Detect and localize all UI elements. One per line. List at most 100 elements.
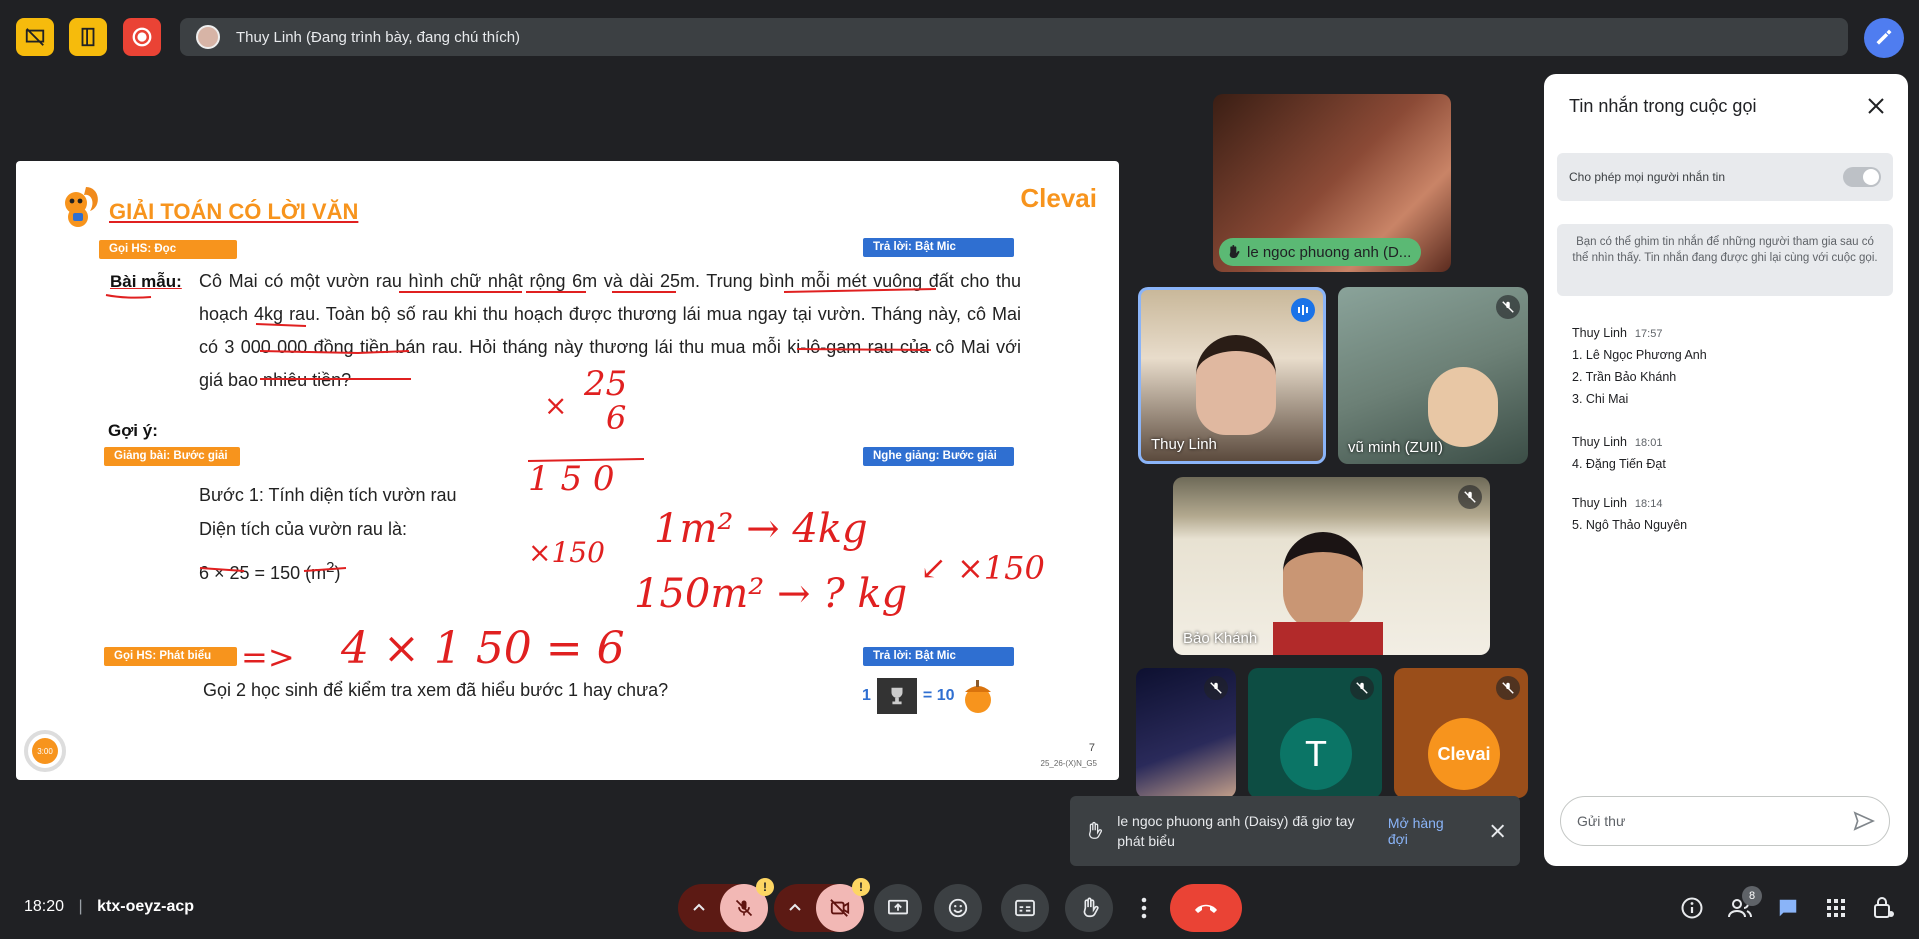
record-icon <box>132 27 152 47</box>
mic-off-icon <box>735 899 753 917</box>
host-controls-button[interactable] <box>1866 890 1902 926</box>
meeting-code: ktx-oeyz-acp <box>97 898 195 915</box>
hand-raise-icon <box>1083 897 1099 918</box>
hw-1m2: 1m² → 4kg <box>654 506 868 552</box>
mic-off-icon <box>1496 676 1520 700</box>
participant-face <box>1196 335 1276 435</box>
annotate-button[interactable] <box>1864 18 1904 58</box>
speaking-indicator-icon <box>1291 298 1315 322</box>
allow-messaging-toggle[interactable] <box>1843 167 1881 187</box>
mic-control[interactable]: ! <box>678 878 774 932</box>
top-bar: Thuy Linh (Đang trình bày, đang chú thíc… <box>0 0 1919 76</box>
meeting-info: 18:20 | ktx-oeyz-acp <box>24 898 194 916</box>
presentation-slide: GIẢI TOÁN CÓ LỜI VĂN Clevai Gọi HS: Đọc … <box>16 161 1119 780</box>
hand-raise-notification: le ngoc phuong anh (Daisy) đã giơ tay ph… <box>1070 796 1520 866</box>
current-time: 18:20 <box>24 898 65 915</box>
participant-name: Thuy Linh <box>1151 436 1217 453</box>
participant-tile-vu-minh[interactable]: vũ minh (ZUII) <box>1338 287 1528 464</box>
chat-input[interactable]: Gửi thư <box>1560 796 1890 846</box>
presenter-label: Thuy Linh (Đang trình bày, đang chú thíc… <box>236 28 521 46</box>
participant-logo: Clevai <box>1428 718 1500 790</box>
message-line: 3. Chi Mai <box>1572 392 1629 406</box>
participant-tile-thuy-linh[interactable]: Thuy Linh <box>1138 287 1326 464</box>
hw-6: 6 <box>606 399 627 437</box>
presenter-banner: Thuy Linh (Đang trình bày, đang chú thíc… <box>180 18 1848 56</box>
message-line: 5. Ngô Thảo Nguyên <box>1572 518 1688 532</box>
mic-toggle-button[interactable]: ! <box>720 878 774 932</box>
companion-mode-button[interactable] <box>69 18 107 56</box>
reactions-button[interactable] <box>934 884 982 932</box>
message-time: 18:01 <box>1634 437 1663 449</box>
participant-tile-t[interactable]: T <box>1248 668 1382 798</box>
apps-grid-icon <box>1827 899 1845 917</box>
message-line: 4. Đặng Tiến Đạt <box>1572 457 1666 471</box>
hw-x150-left: ×150 <box>528 536 605 569</box>
close-icon[interactable] <box>1864 94 1888 118</box>
chat-icon <box>1779 899 1797 917</box>
meeting-details-button[interactable] <box>1674 890 1710 926</box>
participant-tile-bao-khanh[interactable]: Bảo Khánh <box>1173 477 1490 655</box>
message-sender: Thuy Linh <box>1572 496 1627 510</box>
more-vert-icon <box>1141 897 1147 919</box>
captions-button[interactable] <box>1001 884 1049 932</box>
people-button[interactable]: 8 <box>1722 886 1762 926</box>
activities-button[interactable] <box>1818 890 1854 926</box>
raise-hand-button[interactable] <box>1065 884 1113 932</box>
chat-info: Bạn có thể ghim tin nhắn để những người … <box>1557 224 1893 296</box>
captions-icon <box>1015 899 1035 917</box>
participant-tile-clevai[interactable]: Clevai <box>1394 668 1528 798</box>
hw-150m2: 150m² → ? kg <box>634 571 908 617</box>
hw-150: 1 5 0 <box>528 459 615 499</box>
door-icon <box>81 27 95 47</box>
message-time: 17:57 <box>1634 328 1663 340</box>
screen-off-icon <box>25 28 45 46</box>
message-sender: Thuy Linh <box>1572 435 1627 449</box>
recording-button[interactable] <box>123 18 161 56</box>
participant-name: le ngoc phuong anh (D... <box>1247 243 1412 261</box>
bottom-bar: 18:20 | ktx-oeyz-acp ! ! 8 <box>0 874 1919 939</box>
participant-tile-phuong-anh[interactable]: le ngoc phuong anh (D... <box>1213 94 1451 272</box>
message-line: 1. Lê Ngọc Phương Anh <box>1572 348 1707 362</box>
present-screen-icon <box>888 899 908 915</box>
participant-shirt <box>1273 622 1383 655</box>
chat-input-placeholder: Gửi thư <box>1577 813 1626 829</box>
hand-raise-icon <box>1229 245 1240 258</box>
pen-icon <box>1876 29 1892 45</box>
hw-4x150: 4 × 1 50 = 6 <box>341 623 625 674</box>
message-line: 2. Trần Bảo Khánh <box>1572 370 1677 384</box>
camera-off-icon <box>830 899 850 917</box>
info-icon <box>1681 897 1703 919</box>
warning-badge: ! <box>756 878 774 896</box>
more-options-button[interactable] <box>1124 884 1164 932</box>
hand-raise-icon <box>1088 821 1102 839</box>
divider: | <box>78 898 83 915</box>
hide-presentation-button[interactable] <box>16 18 54 56</box>
allow-messaging-row: Cho phép mọi người nhắn tin <box>1557 153 1893 201</box>
message-time: 18:14 <box>1634 498 1663 510</box>
emoji-icon <box>948 898 968 918</box>
send-icon[interactable] <box>1853 811 1875 831</box>
participant-name: Bảo Khánh <box>1183 630 1258 647</box>
mic-off-icon <box>1496 295 1520 319</box>
chat-message: Thuy Linh 18:14 5. Ngô Thảo Nguyên <box>1572 496 1687 532</box>
camera-control[interactable]: ! <box>774 878 870 932</box>
hw-x150-right: ↙ ×150 <box>920 549 1045 587</box>
chevron-up-icon[interactable] <box>788 901 802 915</box>
close-icon[interactable] <box>1489 822 1506 840</box>
camera-toggle-button[interactable]: ! <box>816 878 870 932</box>
hang-up-icon <box>1195 904 1217 913</box>
mic-off-icon <box>1204 676 1228 700</box>
participant-tile-5[interactable] <box>1136 668 1236 798</box>
hand-raised-chip: le ngoc phuong anh (D... <box>1219 238 1422 266</box>
open-queue-link[interactable]: Mở hàng đợi <box>1388 815 1465 847</box>
chevron-up-icon[interactable] <box>692 901 706 915</box>
lock-person-icon <box>1874 897 1894 918</box>
leave-call-button[interactable] <box>1170 884 1242 932</box>
present-button[interactable] <box>874 884 922 932</box>
hw-times: × <box>544 389 568 422</box>
message-sender: Thuy Linh <box>1572 326 1627 340</box>
notification-text: le ngoc phuong anh (Daisy) đã giơ tay ph… <box>1117 813 1355 849</box>
hw-arrow: => <box>241 638 295 676</box>
mic-off-icon <box>1458 485 1482 509</box>
chat-button[interactable] <box>1770 890 1806 926</box>
